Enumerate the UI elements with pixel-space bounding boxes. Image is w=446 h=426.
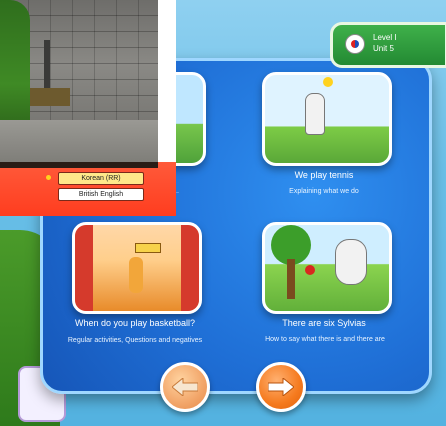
next-page-button[interactable] <box>256 362 306 412</box>
lesson-thumbnail-3[interactable] <box>72 222 202 314</box>
lesson-thumbnail-2[interactable] <box>262 72 392 166</box>
level-unit-badge: Level I Unit 5 <box>330 22 446 68</box>
unit-label: Unit 5 <box>373 44 394 53</box>
wooden-block <box>30 88 70 106</box>
language-option-korean[interactable]: Korean (RR) <box>58 172 144 185</box>
language-option-british-english[interactable]: British English <box>58 188 144 201</box>
lesson-2-title[interactable]: We play tennis <box>262 170 386 180</box>
uk-flag-icon <box>345 34 365 54</box>
character-illustration <box>335 239 367 285</box>
curtain-right <box>181 225 199 311</box>
lesson-4-title[interactable]: There are six Sylvias <box>262 318 386 328</box>
bush-decoration <box>0 0 30 140</box>
game-viewport[interactable] <box>0 0 158 162</box>
lesson-3-subtitle: Regular activities, Questions and negati… <box>67 337 203 344</box>
lesson-thumbnail-4[interactable] <box>262 222 392 314</box>
character-illustration <box>129 257 143 293</box>
lesson-4-subtitle: How to say what there is and there are <box>265 336 385 343</box>
overlay-window: Korean (RR) British English <box>0 0 176 216</box>
tree-trunk <box>287 259 295 299</box>
lesson-3-title[interactable]: When do you play basketball? <box>60 318 210 328</box>
selected-indicator-icon <box>46 175 51 180</box>
arrow-left-icon <box>172 378 198 396</box>
character-illustration <box>305 93 325 135</box>
curtain-left <box>75 225 93 311</box>
flower-illustration <box>305 265 315 275</box>
sign-illustration <box>135 243 161 253</box>
lesson-2-subtitle: Explaining what we do <box>289 188 359 195</box>
arrow-right-icon <box>268 378 294 396</box>
sun-icon <box>323 77 333 87</box>
level-label: Level I <box>373 33 397 42</box>
previous-page-button[interactable] <box>160 362 210 412</box>
stone-floor <box>0 120 158 162</box>
chain-object <box>44 40 50 90</box>
